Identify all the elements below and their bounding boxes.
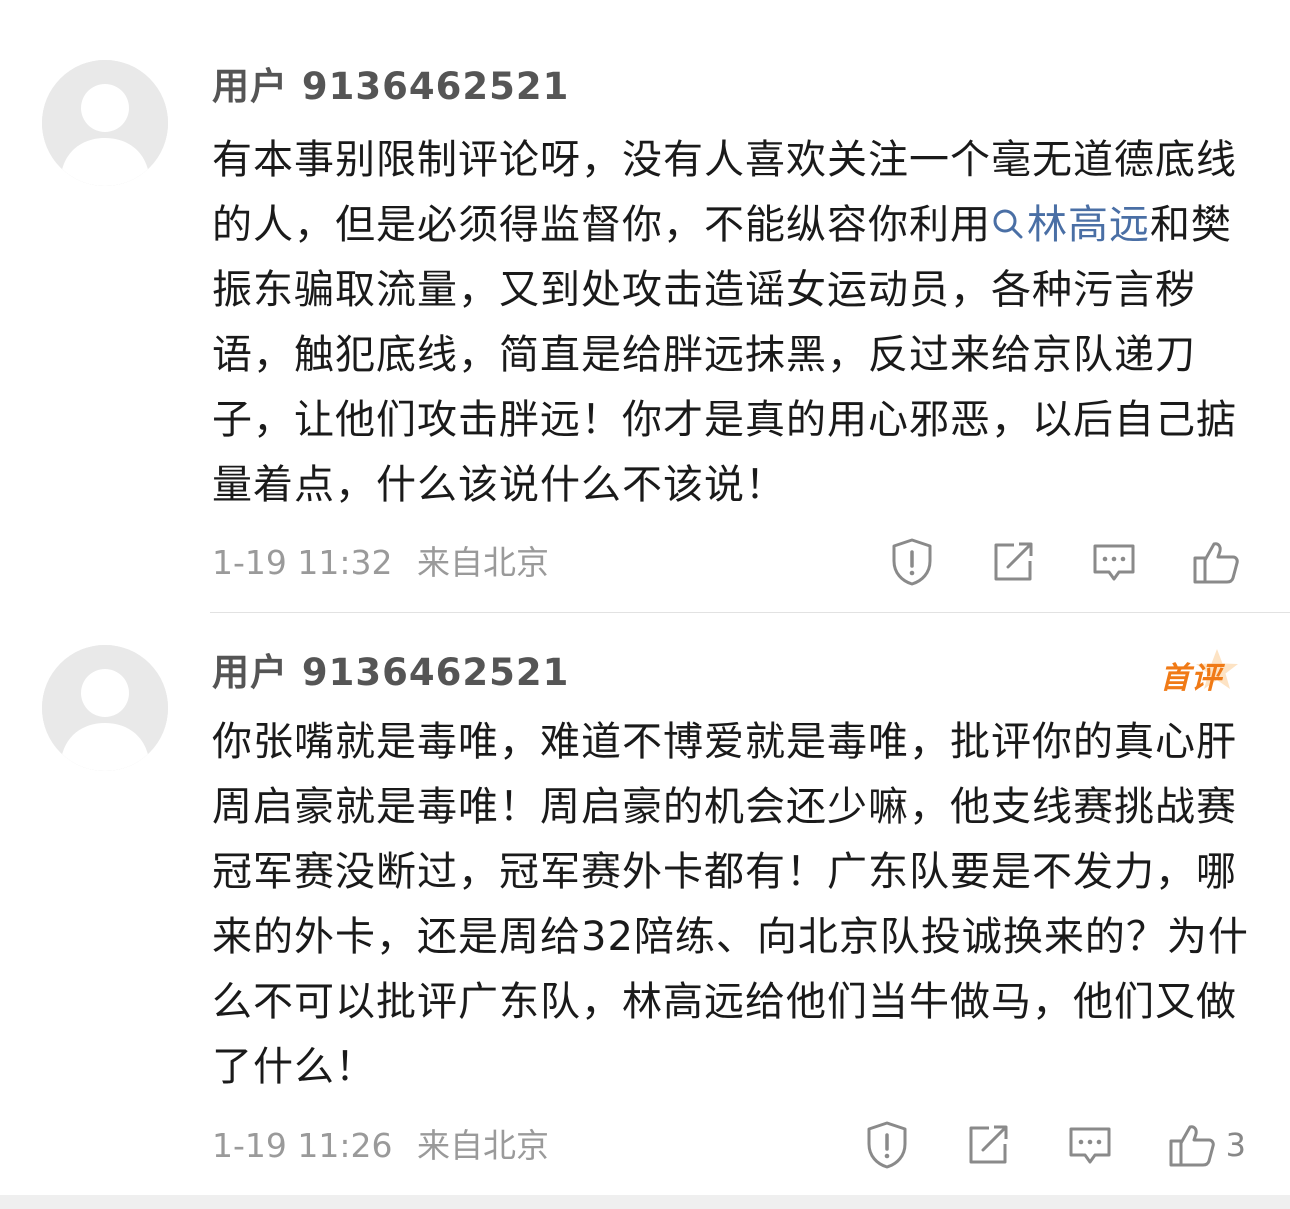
comment-location: 来自北京 bbox=[417, 1126, 549, 1165]
comment-time: 1-19 11:32 bbox=[212, 543, 393, 582]
like-button[interactable] bbox=[1192, 538, 1240, 586]
comment-text: 你张嘴就是毒唯，难道不博爱就是毒唯，批评你的真心肝周启豪就是毒唯！周启豪的机会还… bbox=[212, 719, 1249, 1090]
bottom-separator bbox=[0, 1195, 1290, 1209]
avatar[interactable] bbox=[42, 60, 168, 186]
reply-icon bbox=[1069, 1127, 1111, 1164]
comment-meta: 1-19 11:26 来自北京 bbox=[212, 1126, 563, 1166]
report-button[interactable] bbox=[889, 537, 935, 587]
share-icon bbox=[994, 542, 1033, 581]
hashtag-label: 林高远 bbox=[1027, 202, 1150, 248]
username[interactable]: 用户 9136462521 bbox=[212, 650, 569, 696]
hashtag-link[interactable]: 林高远 bbox=[991, 202, 1150, 248]
share-button[interactable] bbox=[965, 1122, 1011, 1168]
like-icon bbox=[1193, 542, 1239, 584]
comment-actions bbox=[839, 537, 1240, 587]
report-icon bbox=[867, 1121, 907, 1169]
comment-item: 用户 9136462521 有本事别限制评论呀，没有人喜欢关注一个毫无道德底线的… bbox=[0, 0, 1290, 613]
reply-button[interactable] bbox=[1067, 1122, 1113, 1168]
comment-text: 有本事别限制评论呀，没有人喜欢关注一个毫无道德底线的人，但是必须得监督你，不能纵… bbox=[212, 128, 1252, 518]
share-icon bbox=[969, 1125, 1008, 1164]
like-button[interactable]: 3 bbox=[1168, 1121, 1246, 1169]
comment-location: 来自北京 bbox=[417, 543, 549, 582]
like-count: 3 bbox=[1225, 1126, 1246, 1164]
username[interactable]: 用户 9136462521 bbox=[212, 64, 569, 110]
reply-icon bbox=[1093, 544, 1135, 581]
badge-label: 首评 bbox=[1160, 661, 1222, 696]
first-comment-badge: 首评 bbox=[1160, 647, 1240, 703]
like-icon bbox=[1169, 1125, 1215, 1167]
comment-actions: 3 bbox=[814, 1120, 1246, 1170]
comment-item: 用户 9136462521 首评 你张嘴就是毒唯，难道不博爱就是毒唯，批评你的真… bbox=[0, 613, 1290, 1195]
share-button[interactable] bbox=[990, 539, 1036, 585]
comment-time: 1-19 11:26 bbox=[212, 1126, 393, 1165]
search-icon bbox=[993, 209, 1023, 239]
report-icon bbox=[892, 538, 932, 586]
comment-meta: 1-19 11:32 来自北京 bbox=[212, 543, 563, 583]
reply-button[interactable] bbox=[1091, 539, 1137, 585]
report-button[interactable] bbox=[864, 1120, 910, 1170]
avatar[interactable] bbox=[42, 645, 168, 771]
